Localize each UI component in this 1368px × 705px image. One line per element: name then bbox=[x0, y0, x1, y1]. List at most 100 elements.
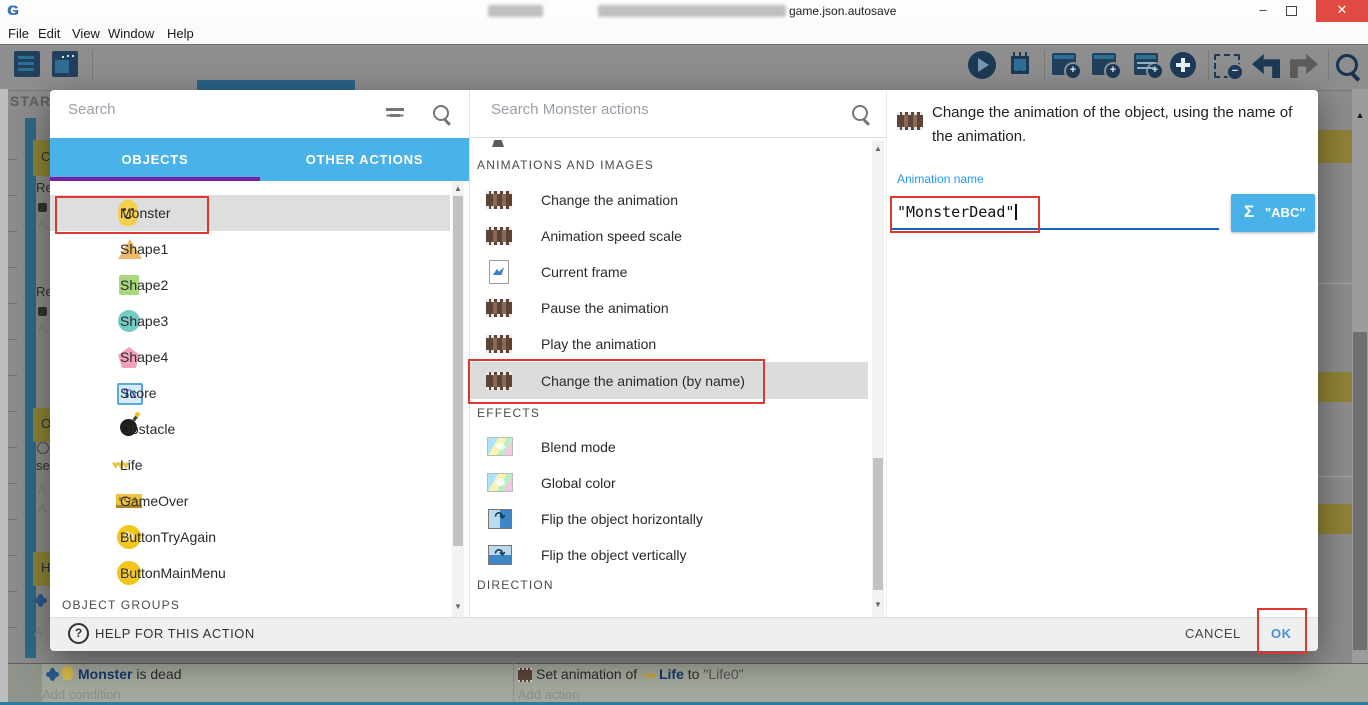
event-divider bbox=[1318, 476, 1352, 477]
object-item-life[interactable]: ♥♥♥ Life bbox=[50, 447, 450, 483]
event-header-fragment bbox=[1318, 130, 1352, 163]
help-icon[interactable]: ? bbox=[68, 623, 89, 644]
scrollbar-up-icon[interactable]: ▲ bbox=[872, 144, 884, 153]
object-item-shape2[interactable]: Shape2 bbox=[50, 267, 450, 303]
scrollbar-up-icon[interactable]: ▲ bbox=[452, 184, 464, 193]
blend-mode-icon bbox=[487, 437, 513, 456]
annotation-box-monster bbox=[55, 196, 209, 234]
timer-icon bbox=[37, 442, 49, 454]
monster-mini-icon bbox=[62, 666, 73, 680]
filmstrip-icon bbox=[486, 191, 512, 209]
scrollbar-down-icon[interactable]: ▼ bbox=[452, 602, 464, 611]
debug-icon[interactable] bbox=[1006, 51, 1036, 79]
toolbar-separator bbox=[92, 50, 93, 80]
object-item-shape4[interactable]: Shape4 bbox=[50, 339, 450, 375]
expression-editor-button[interactable]: Σ "ABC" bbox=[1231, 194, 1315, 232]
flip-vertical-icon: ↷ bbox=[488, 545, 512, 565]
object-item-buttonmainmenu[interactable]: ⌂ ButtonMainMenu bbox=[50, 555, 450, 591]
event-tree-ticks bbox=[8, 124, 17, 684]
objects-scrollbar-thumb[interactable] bbox=[453, 196, 463, 546]
filter-icon[interactable] bbox=[386, 108, 404, 111]
scrollbar-down-icon[interactable]: ▼ bbox=[872, 600, 884, 609]
add-fragment: A bbox=[38, 500, 47, 515]
minimize-button[interactable]: – bbox=[1250, 0, 1276, 22]
menu-edit[interactable]: Edit bbox=[38, 26, 60, 41]
delete-event-icon[interactable]: − bbox=[1214, 54, 1240, 78]
cancel-button[interactable]: CANCEL bbox=[1185, 626, 1241, 641]
section-animations: ANIMATIONS AND IMAGES bbox=[477, 158, 654, 172]
add-other-event-icon[interactable] bbox=[1170, 52, 1196, 78]
search-icon bbox=[852, 105, 868, 121]
title-bar: G game.json.autosave – ✕ bbox=[0, 0, 1368, 23]
event-header-fragment bbox=[1318, 372, 1352, 402]
menu-view[interactable]: View bbox=[72, 26, 100, 41]
action-item-pause-animation[interactable]: Pause the animation bbox=[469, 290, 868, 326]
object-item-obstacle[interactable]: Obstacle bbox=[50, 411, 450, 447]
gdevelop-logo-icon: G bbox=[7, 2, 18, 18]
search-events-icon[interactable] bbox=[1336, 51, 1366, 79]
toolbar-separator bbox=[1208, 50, 1209, 80]
add-action-link[interactable]: Add action bbox=[518, 687, 579, 702]
add-subevent-icon[interactable]: + bbox=[1092, 53, 1116, 75]
add-fragment: A bbox=[38, 216, 47, 231]
filmstrip-icon bbox=[486, 335, 512, 353]
object-item-shape3[interactable]: Shape3 bbox=[50, 303, 450, 339]
action-item-blend-mode[interactable]: Blend mode bbox=[469, 429, 868, 465]
menu-help[interactable]: Help bbox=[167, 26, 194, 41]
annotation-box-by-name-action bbox=[468, 359, 765, 404]
add-fragment: A bbox=[38, 482, 47, 497]
dice-icon bbox=[38, 307, 47, 316]
toolbar-separator bbox=[1044, 50, 1045, 80]
animation-mini-icon bbox=[518, 668, 532, 682]
objects-search-input[interactable] bbox=[66, 100, 370, 119]
object-item-buttontryagain[interactable]: ↻ ButtonTryAgain bbox=[50, 519, 450, 555]
active-tab-underline bbox=[50, 177, 260, 181]
help-link[interactable]: HELP FOR THIS ACTION bbox=[95, 626, 255, 641]
window-scrollbar-thumb[interactable] bbox=[1353, 332, 1367, 650]
action-item-flip-vertically[interactable]: ↷ Flip the object vertically bbox=[469, 537, 868, 573]
action-text[interactable]: Set animation of♥♥♥Life to "Life0" bbox=[536, 666, 744, 682]
life-hearts-icon: ♥♥♥ bbox=[643, 671, 655, 682]
action-item-change-animation[interactable]: Change the animation bbox=[469, 182, 868, 218]
scrollbar-up-icon[interactable]: ▲ bbox=[1354, 110, 1366, 120]
action-item-animation-speed[interactable]: Animation speed scale bbox=[469, 218, 868, 254]
panel-divider bbox=[886, 90, 887, 617]
add-event-icon[interactable]: + bbox=[1052, 53, 1076, 75]
title-blurred-path bbox=[598, 5, 786, 17]
menu-window[interactable]: Window bbox=[108, 26, 154, 41]
menu-file[interactable]: File bbox=[8, 26, 29, 41]
search-divider bbox=[469, 137, 886, 138]
filmstrip-icon bbox=[486, 299, 512, 317]
tab-objects[interactable]: OBJECTS bbox=[50, 152, 260, 167]
gear-icon bbox=[48, 670, 57, 679]
action-item-flip-horizontally[interactable]: ↷ Flip the object horizontally bbox=[469, 501, 868, 537]
toolbar-separator bbox=[1328, 50, 1329, 80]
maximize-button[interactable] bbox=[1278, 0, 1304, 22]
event-header-fragment bbox=[1318, 504, 1352, 534]
annotation-box-field-value bbox=[890, 196, 1040, 233]
tab-other-actions[interactable]: OTHER ACTIONS bbox=[260, 152, 469, 167]
condition-fragment: se bbox=[36, 458, 50, 473]
expression-type-label: "ABC" bbox=[1265, 205, 1306, 220]
action-item-global-color[interactable]: Global color bbox=[469, 465, 868, 501]
condition-text[interactable]: Monster is dead bbox=[78, 666, 182, 682]
action-item-play-animation[interactable]: Play the animation bbox=[469, 326, 868, 362]
object-item-shape1[interactable]: Shape1 bbox=[50, 231, 450, 267]
add-condition-link[interactable]: Add condition bbox=[42, 687, 121, 702]
action-item-current-frame[interactable]: Current frame bbox=[469, 254, 868, 290]
actions-scrollbar-thumb[interactable] bbox=[873, 458, 883, 590]
close-button[interactable]: ✕ bbox=[1316, 0, 1368, 22]
object-item-gameover[interactable]: GameOver bbox=[50, 483, 450, 519]
preview-play-icon[interactable] bbox=[968, 51, 996, 79]
global-color-icon bbox=[487, 473, 513, 492]
event-row-indent bbox=[8, 664, 42, 703]
menu-bar bbox=[0, 22, 1368, 44]
add-comment-icon[interactable]: + bbox=[1134, 53, 1158, 75]
event-row-gutter bbox=[0, 663, 8, 703]
sigma-icon: Σ bbox=[1244, 202, 1254, 222]
actions-search-input[interactable] bbox=[489, 100, 823, 119]
scene-editor-icon[interactable] bbox=[52, 51, 78, 77]
events-sheet-icon[interactable] bbox=[14, 51, 40, 77]
object-item-score[interactable]: Tx Score bbox=[50, 375, 450, 411]
frame-icon bbox=[489, 260, 509, 284]
